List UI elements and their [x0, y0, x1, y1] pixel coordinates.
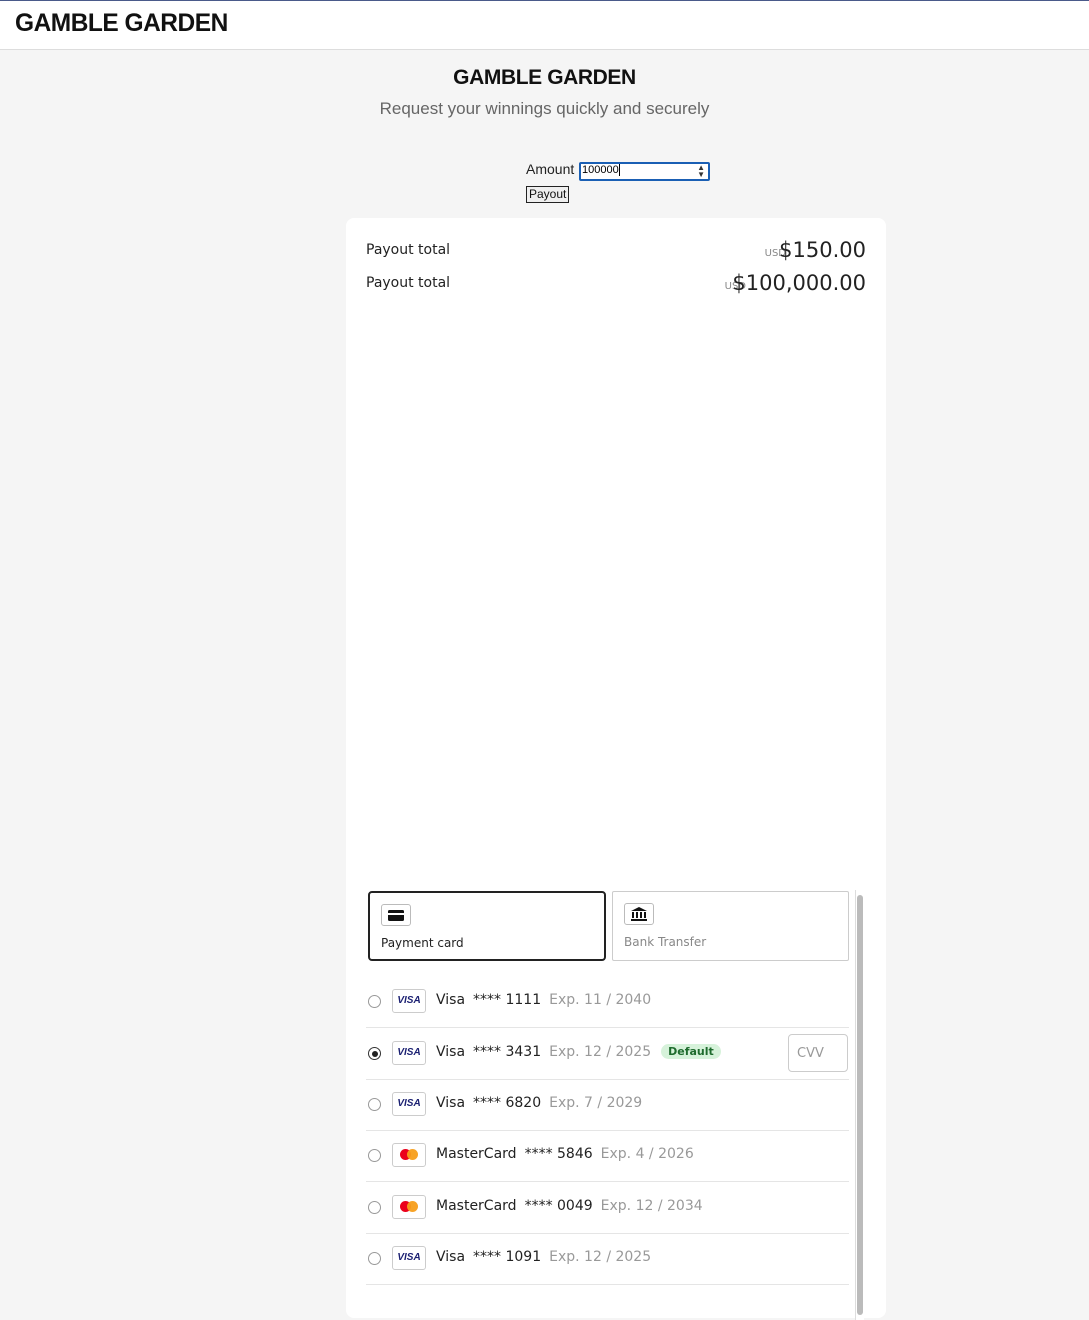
- saved-card-row[interactable]: VISA Visa **** 6820 Exp. 7 / 2029: [366, 1079, 849, 1131]
- card-expiry: Exp. 11 / 2040: [549, 992, 652, 1008]
- card-expiry: Exp. 12 / 2025: [549, 1249, 652, 1265]
- card-number: **** 5846: [524, 1146, 593, 1162]
- card-brand: Visa: [436, 1095, 466, 1111]
- card-expiry: Exp. 4 / 2026: [600, 1146, 694, 1162]
- payout-total-value: $100,000.00: [732, 271, 866, 295]
- visa-logo: VISA: [392, 1041, 426, 1065]
- bank-icon: [624, 903, 654, 925]
- amount-value: 100000: [582, 164, 619, 176]
- card-brand: Visa: [436, 1249, 466, 1265]
- card-brand: Visa: [436, 992, 466, 1008]
- cvv-input[interactable]: CVV: [788, 1034, 848, 1072]
- payout-total-row: Payout total USD $100,000.00: [366, 271, 866, 301]
- card-brand: Visa: [436, 1044, 466, 1060]
- method-label: Payment card: [381, 936, 464, 950]
- method-payment-card[interactable]: Payment card: [368, 891, 606, 961]
- card-brand: MasterCard: [436, 1146, 517, 1162]
- payout-total-value: $150.00: [779, 238, 866, 262]
- mastercard-logo: [392, 1143, 426, 1167]
- card-number: **** 1111: [473, 992, 542, 1008]
- method-label: Bank Transfer: [624, 935, 707, 949]
- visa-logo: VISA: [392, 1246, 426, 1270]
- saved-card-row[interactable]: MasterCard **** 0049 Exp. 12 / 2034: [366, 1182, 849, 1234]
- card-expiry: Exp. 7 / 2029: [549, 1095, 643, 1111]
- card-radio[interactable]: [368, 1201, 381, 1214]
- card-number: **** 1091: [473, 1249, 542, 1265]
- tagline: Request your winnings quickly and secure…: [379, 99, 710, 118]
- saved-card-row[interactable]: VISA Visa **** 1091 Exp. 12 / 2025: [366, 1233, 849, 1285]
- saved-card-row[interactable]: MasterCard **** 5846 Exp. 4 / 2026: [366, 1130, 849, 1182]
- card-radio[interactable]: [368, 1149, 381, 1162]
- scrollbar[interactable]: [855, 890, 864, 1320]
- payout-total-label: Payout total: [366, 275, 451, 291]
- default-badge: Default: [661, 1044, 721, 1059]
- saved-card-row[interactable]: VISA Visa **** 1111 Exp. 11 / 2040: [366, 976, 849, 1028]
- payout-button[interactable]: Payout: [526, 186, 570, 203]
- payout-total-row: Payout total USD $150.00: [366, 238, 866, 268]
- scrollbar-thumb[interactable]: [857, 895, 863, 1315]
- mastercard-logo: [392, 1195, 426, 1219]
- saved-card-row[interactable]: VISA Visa **** 3431 Exp. 12 / 2025 Default …: [366, 1028, 849, 1080]
- amount-input[interactable]: 100000 ▲ ▼: [579, 162, 710, 181]
- spinner-icon[interactable]: ▲ ▼: [697, 164, 705, 179]
- card-number: **** 6820: [473, 1095, 542, 1111]
- card-number: **** 3431: [473, 1044, 542, 1060]
- payout-total-label: Payout total: [366, 242, 451, 258]
- card-expiry: Exp. 12 / 2034: [600, 1198, 703, 1214]
- card-radio[interactable]: [368, 995, 381, 1008]
- top-bar: GAMBLE GARDEN: [0, 0, 1089, 50]
- brand-logo: GAMBLE GARDEN: [453, 66, 636, 89]
- card-radio[interactable]: [368, 1098, 381, 1111]
- amount-row: Amount 100000 ▲ ▼: [526, 161, 710, 181]
- card-number: **** 0049: [524, 1198, 593, 1214]
- method-bank-transfer[interactable]: Bank Transfer: [612, 891, 849, 961]
- card-brand: MasterCard: [436, 1198, 517, 1214]
- visa-logo: VISA: [392, 989, 426, 1013]
- cvv-placeholder: CVV: [797, 1046, 824, 1061]
- site-logo[interactable]: GAMBLE GARDEN: [15, 9, 228, 38]
- credit-card-icon: [381, 904, 411, 926]
- payout-card: Payout total USD $150.00 Payout total US…: [346, 218, 886, 1320]
- card-expiry: Exp. 12 / 2025: [549, 1044, 652, 1060]
- card-radio[interactable]: [368, 1047, 381, 1060]
- card-radio[interactable]: [368, 1252, 381, 1265]
- visa-logo: VISA: [392, 1092, 426, 1116]
- amount-label: Amount: [526, 161, 575, 177]
